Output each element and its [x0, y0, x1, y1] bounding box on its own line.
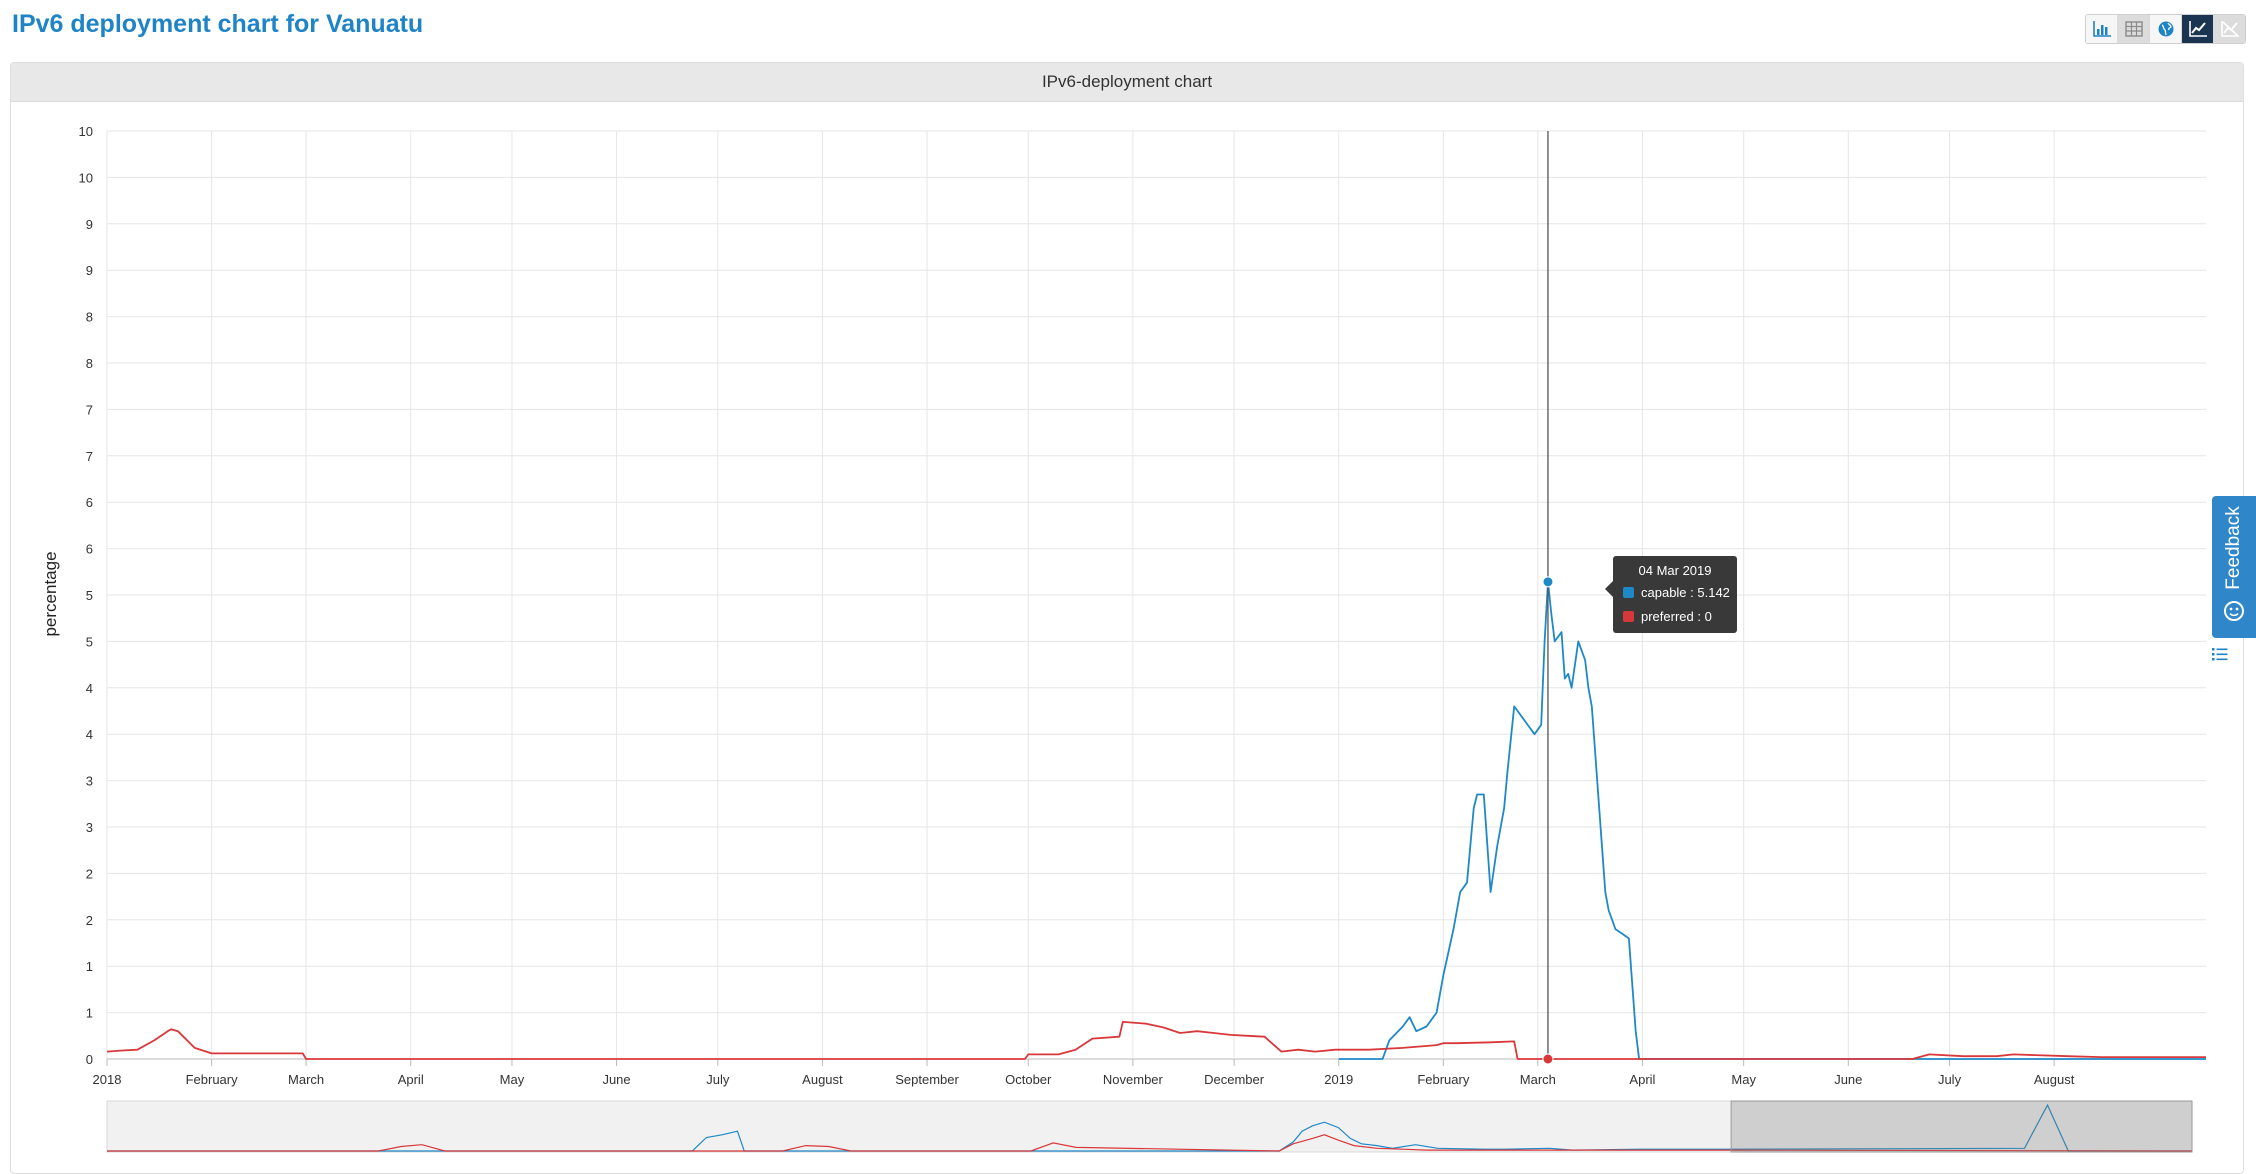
x-tick-label: July: [706, 1072, 730, 1087]
y-tick-label: 5: [86, 588, 93, 603]
x-tick-label: July: [1938, 1072, 1962, 1087]
y-axis-title: percentage: [41, 551, 60, 636]
y-tick-label: 1: [86, 959, 93, 974]
preferred-swatch: [1623, 611, 1634, 622]
hover-point-capable: [1542, 576, 1554, 588]
x-tick-label: February: [186, 1072, 239, 1087]
hover-tooltip: 04 Mar 2019 capable : 5.142 preferred : …: [1605, 556, 1737, 633]
y-tick-label: 6: [86, 542, 93, 557]
x-tick-label: May: [500, 1072, 525, 1087]
y-tick-label: 8: [86, 310, 93, 325]
chart-series: [106, 580, 2206, 1060]
y-tick-label: 7: [86, 449, 93, 464]
y-tick-label: 10: [79, 124, 93, 139]
x-tick-label: April: [398, 1072, 424, 1087]
x-tick-label: September: [895, 1072, 959, 1087]
x-tick-label: August: [2034, 1072, 2075, 1087]
y-tick-label: 3: [86, 820, 93, 835]
tooltip-preferred-value: preferred : 0: [1641, 609, 1712, 624]
navigator-window[interactable]: [1730, 1100, 2193, 1153]
y-tick-label: 9: [86, 263, 93, 278]
y-tick-label: 2: [86, 866, 93, 881]
hover-point-preferred: [1542, 1053, 1554, 1065]
tooltip-capable-value: capable : 5.142: [1641, 585, 1730, 600]
series-line-capable: [1338, 580, 2206, 1060]
x-tick-label: February: [1417, 1072, 1470, 1087]
tooltip-row-capable: capable : 5.142: [1623, 585, 1730, 600]
x-tick-label: November: [1103, 1072, 1164, 1087]
x-tick-label: June: [1834, 1072, 1862, 1087]
x-tick-label: March: [1520, 1072, 1556, 1087]
y-tick-label: 3: [86, 774, 93, 789]
hover-crosshair: [1542, 131, 1554, 1065]
y-tick-label: 2: [86, 913, 93, 928]
x-tick-label: 2018: [93, 1072, 122, 1087]
feedback-tab[interactable]: Feedback: [2212, 496, 2256, 638]
time-navigator[interactable]: [106, 1100, 2193, 1153]
y-axis: 0 1 1 2 2 3 3 4 4 5 5 6 6 7 7 8 8 9 9 10 10: [79, 124, 93, 1067]
y-tick-label: 9: [86, 217, 93, 232]
x-axis: 2018 February March April May June July August S…: [93, 1059, 2075, 1087]
y-tick-label: 10: [79, 170, 93, 185]
x-tick-label: June: [602, 1072, 630, 1087]
y-tick-label: 4: [86, 681, 93, 696]
x-tick-label: March: [288, 1072, 324, 1087]
y-tick-label: 6: [86, 495, 93, 510]
x-tick-label: December: [1204, 1072, 1265, 1087]
tooltip-row-preferred: preferred : 0: [1623, 609, 1712, 624]
x-tick-label: October: [1005, 1072, 1052, 1087]
list-icon[interactable]: [2211, 647, 2229, 661]
x-tick-label: May: [1731, 1072, 1756, 1087]
y-tick-label: 0: [86, 1052, 93, 1067]
feedback-icon: [2224, 601, 2244, 621]
y-tick-label: 5: [86, 634, 93, 649]
y-tick-label: 4: [86, 727, 93, 742]
y-tick-label: 8: [86, 356, 93, 371]
x-tick-label: August: [802, 1072, 843, 1087]
feedback-label: Feedback: [2223, 506, 2244, 590]
y-tick-label: 1: [86, 1006, 93, 1021]
chart-grid: [106, 130, 2206, 1060]
series-line-preferred: [106, 1021, 2206, 1060]
capable-swatch: [1623, 587, 1634, 598]
x-tick-label: April: [1629, 1072, 1655, 1087]
chart-area[interactable]: 0 1 1 2 2 3 3 4 4 5 5 6 6 7 7 8 8 9 9 10 10 2018 February Marc…: [0, 0, 2256, 1161]
x-tick-label: 2019: [1324, 1072, 1353, 1087]
y-tick-label: 7: [86, 402, 93, 417]
tooltip-date: 04 Mar 2019: [1638, 563, 1712, 578]
